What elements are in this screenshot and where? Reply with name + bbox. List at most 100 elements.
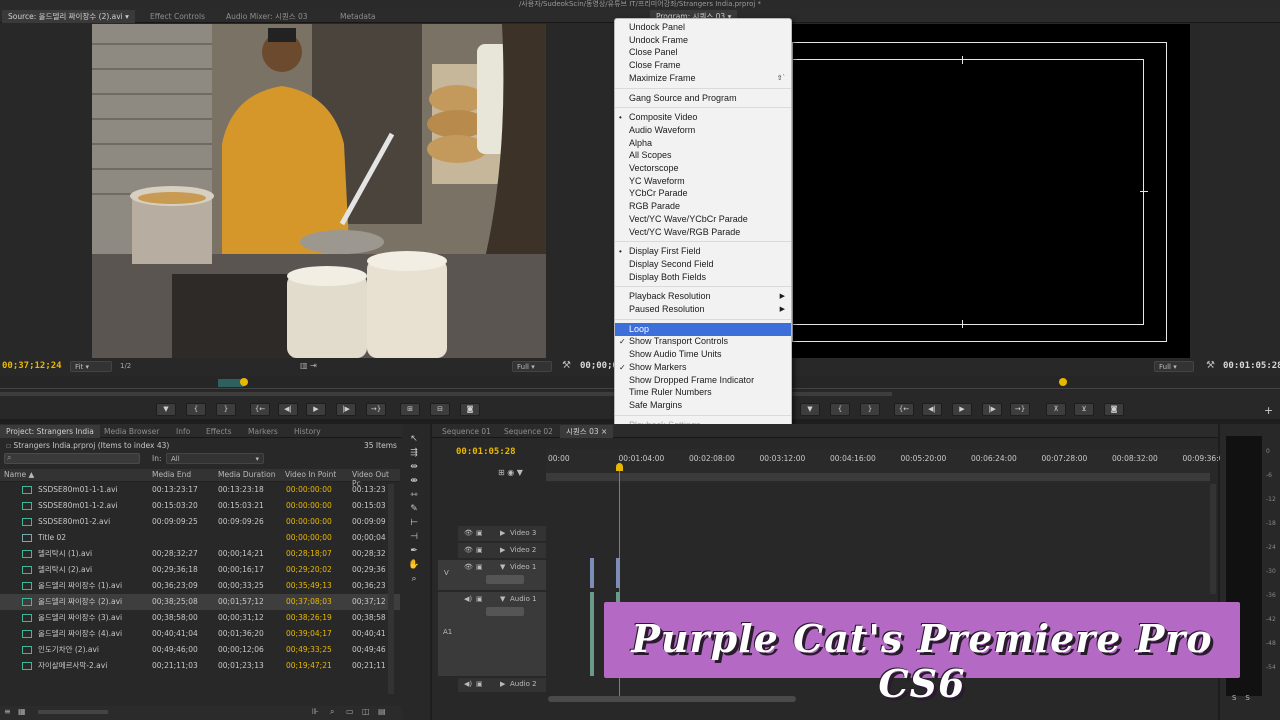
menu-item-display-both-fields[interactable]: Display Both Fields [615,271,791,284]
tab-effects[interactable]: Effects [200,425,238,438]
overwrite-button[interactable]: ⊟ [430,403,450,416]
slide-tool-icon[interactable]: ⊣ [407,532,421,544]
project-row[interactable]: 인도기차안 (2).avi 00;49;46;00 00;00;12;06 00;49… [0,642,400,658]
menu-item-alpha[interactable]: Alpha [615,137,791,150]
menu-item-gang-source-and-program[interactable]: Gang Source and Program [615,92,791,105]
expand-icon[interactable]: ▶ [500,680,505,688]
source-scrub-bar[interactable] [0,376,614,390]
program-step-back-button[interactable]: ◀| [922,403,942,416]
menu-item-show-dropped-frame-indicator[interactable]: Show Dropped Frame Indicator [615,374,791,387]
eye-icon[interactable]: 👁 [464,563,473,571]
audio-clip[interactable] [590,592,594,676]
go-to-in-button[interactable]: {← [250,403,270,416]
solo-right[interactable]: S [1245,694,1249,702]
col-media-end[interactable]: Media End [152,470,191,479]
menu-item-maximize-frame[interactable]: Maximize Frame ⇧` [615,72,791,85]
eye-icon[interactable]: 👁 [464,546,473,554]
slip-tool-icon[interactable]: ⊢ [407,518,421,530]
new-item-icon[interactable]: ◫ [362,707,370,716]
program-mark-in-button[interactable]: { [830,403,850,416]
program-export-frame-button[interactable]: ◙ [1104,403,1124,416]
find-icon[interactable]: ⌕ [330,707,334,717]
ripple-edit-tool-icon[interactable]: ⇹ [407,462,421,474]
menu-item-undock-frame[interactable]: Undock Frame [615,34,791,47]
in-filter-select[interactable]: All ▾ [166,453,264,464]
menu-item-vect-yc-wave-rgb-parade[interactable]: Vect/YC Wave/RGB Parade [615,226,791,239]
project-row[interactable]: 자이살메르사막-2.avi 00;21;11;03 00;01;23;13 00;19… [0,658,400,674]
menu-item-show-markers[interactable]: ✓ Show Markers [615,361,791,374]
speaker-icon[interactable]: ◀) [464,595,472,603]
source-patch-audio[interactable]: A1 [438,592,458,676]
timeline-timecode[interactable]: 00:01:05:28 [456,447,516,457]
program-mark-out-button[interactable]: } [860,403,880,416]
project-search-input[interactable]: ⌕ [4,453,140,464]
audio-keyframe-control[interactable] [486,607,524,616]
automate-icon[interactable]: ⊪ [312,707,319,716]
project-scrollbar[interactable] [388,484,394,694]
menu-item-vectorscope[interactable]: Vectorscope [615,162,791,175]
program-add-marker-button[interactable]: ▼ [800,403,820,416]
menu-item-close-frame[interactable]: Close Frame [615,59,791,72]
tab-history[interactable]: History [288,425,327,438]
wrench-icon[interactable]: ⚒ [562,360,571,371]
project-row[interactable]: 올드델리 짜이장수 (3).avi 00;38;58;00 00;00;31;12 0… [0,610,400,626]
timeline-v-scrollbar[interactable] [1210,484,1216,594]
program-playhead[interactable] [1059,378,1067,386]
menu-item-display-second-field[interactable]: Display Second Field [615,258,791,271]
program-step-forward-button[interactable]: |▶ [982,403,1002,416]
menu-item-audio-waveform[interactable]: Audio Waveform [615,124,791,137]
menu-item-close-panel[interactable]: Close Panel [615,46,791,59]
tab-info[interactable]: Info [170,425,196,438]
icon-view-icon[interactable]: ▦ [18,707,26,716]
project-row[interactable]: SSDSE80m01-1-2.avi 00:15:03:20 00:15:03:21… [0,498,400,514]
expand-icon[interactable]: ▶ [500,546,505,554]
menu-item-show-transport-controls[interactable]: ✓ Show Transport Controls [615,335,791,348]
menu-item-display-first-field[interactable]: • Display First Field [615,245,791,258]
source-quality-select[interactable]: Full ▾ [512,361,552,372]
tab-audio-mixer[interactable]: Audio Mixer: 시퀀스 03 [220,10,314,23]
menu-item-paused-resolution[interactable]: Paused Resolution ▶ [615,303,791,316]
col-name[interactable]: Name ▲ [4,470,34,479]
program-go-to-in-button[interactable]: {← [894,403,914,416]
project-row[interactable]: 델리탁시 (2).avi 00;29;36;18 00;00;16;17 00;29;… [0,562,400,578]
menu-item-composite-video[interactable]: • Composite Video [615,111,791,124]
menu-item-ycbcr-parade[interactable]: YCbCr Parade [615,187,791,200]
track-audio-2[interactable]: ◀) ▣ ▶ Audio 2 [458,678,546,692]
collapse-icon[interactable]: ▼ [500,563,505,571]
track-video-1[interactable]: 👁 ▣ ▼ Video 1 [458,560,546,590]
project-row[interactable]: SSDSE80m01-1-1.avi 00:13:23:17 00:13:23:18… [0,482,400,498]
collapse-icon[interactable]: ▼ [500,595,505,603]
export-frame-icon[interactable]: ▥ ⇥ [300,361,317,370]
track-video-2[interactable]: 👁 ▣ ▶ Video 2 [458,543,546,558]
add-marker-button[interactable]: ▼ [156,403,176,416]
mark-out-button[interactable]: } [216,403,236,416]
menu-item-yc-waveform[interactable]: YC Waveform [615,175,791,188]
project-row[interactable]: SSDSE80m01-2.avi 00:09:09:25 00:09:09:26 00… [0,514,400,530]
snap-icon[interactable]: ⊞ ◉ ▼ [498,468,523,477]
hand-tool-icon[interactable]: ✋ [407,560,421,572]
menu-item-rgb-parade[interactable]: RGB Parade [615,200,791,213]
source-timecode[interactable]: 00;37;12;24 [2,361,62,371]
project-row[interactable]: Title 02 00;00;00;00 00;00;04 [0,530,400,546]
track-video-3[interactable]: 👁 ▣ ▶ Video 3 [458,526,546,541]
program-play-button[interactable]: ▶ [952,403,972,416]
tab-source[interactable]: Source: 올드델리 짜이장수 (2).avi ▾ [2,10,135,23]
project-row[interactable]: 올드델리 짜이장수 (1).avi 00;36;23;09 00;00;33;25 0… [0,578,400,594]
expand-icon[interactable]: ▶ [500,529,505,537]
tab-metadata[interactable]: Metadata [334,10,382,23]
source-zoom-bar[interactable] [0,392,614,396]
zoom-tool-icon[interactable]: ⌕ [407,574,421,586]
project-row[interactable]: 델리탁시 (1).avi 00;28;32;27 00;00;14;21 00;28;… [0,546,400,562]
menu-item-safe-margins[interactable]: Safe Margins [615,399,791,412]
go-to-out-button[interactable]: →} [366,403,386,416]
keyframe-control[interactable] [486,575,524,584]
project-row[interactable]: 올드델리 짜이장수 (4).avi 00;40;41;04 00;01;36;20 0… [0,626,400,642]
insert-button[interactable]: ⊞ [400,403,420,416]
tab-sequence-02[interactable]: Sequence 02 [498,425,559,438]
tab-effect-controls[interactable]: Effect Controls [144,10,211,23]
tab-sequence-03[interactable]: 시퀀스 03 × [560,425,614,438]
menu-item-vect-yc-wave-ycbcr-parade[interactable]: Vect/YC Wave/YCbCr Parade [615,213,791,226]
speaker-icon[interactable]: ◀) [464,680,472,688]
program-go-to-out-button[interactable]: →} [1010,403,1030,416]
menu-item-undock-panel[interactable]: Undock Panel [615,21,791,34]
